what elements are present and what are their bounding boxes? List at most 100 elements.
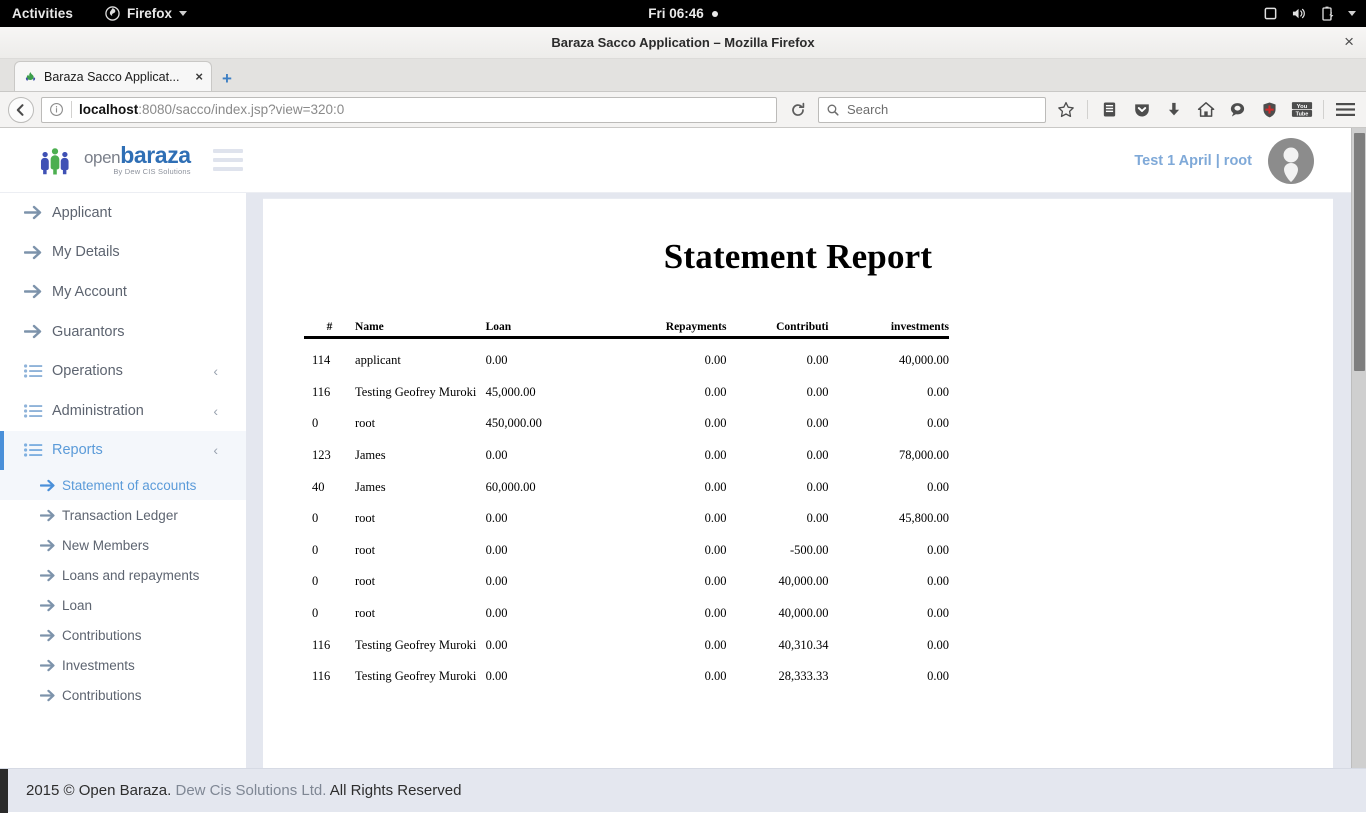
arrow-right-icon: [40, 479, 62, 492]
search-bar[interactable]: Search: [818, 97, 1046, 123]
user-label[interactable]: Test 1 April | root: [1134, 153, 1252, 169]
sidebar-item-label: My Details: [52, 244, 120, 260]
cell-investments: 78,000.00: [829, 434, 949, 466]
sidebar-item-label: Operations: [52, 363, 123, 379]
sidebar-subitem-investments[interactable]: Investments: [0, 650, 246, 680]
window-close-button[interactable]: ×: [1344, 34, 1354, 50]
menu-icon[interactable]: [1333, 97, 1358, 123]
cell-repayments: 0.00: [614, 655, 726, 687]
sidebar-toggle-button[interactable]: [213, 149, 243, 171]
url-host: localhost: [79, 102, 138, 117]
sidebar-subitem-label: New Members: [62, 538, 149, 553]
security-shield-icon[interactable]: [1257, 97, 1282, 123]
site-favicon-icon: [23, 69, 38, 84]
arrow-right-icon: [40, 689, 62, 702]
clock[interactable]: Fri 06:46: [0, 6, 1366, 21]
cell-loan: 0.00: [486, 338, 615, 371]
sidebar-subitem-statement-of-accounts[interactable]: Statement of accounts: [0, 470, 246, 500]
page-info-icon[interactable]: [49, 102, 64, 117]
cell-contributi: 0.00: [726, 497, 828, 529]
sidebar-subitem-contributions-2[interactable]: Contributions: [0, 680, 246, 710]
cell-name: root: [355, 497, 486, 529]
cell-repayments: 0.00: [614, 434, 726, 466]
sidebar-subitem-contributions[interactable]: Contributions: [0, 620, 246, 650]
cell-index: 0: [304, 497, 355, 529]
sidebar-item-operations[interactable]: Operations ‹: [0, 351, 246, 391]
sidebar-item-administration[interactable]: Administration ‹: [0, 391, 246, 431]
home-icon[interactable]: [1193, 97, 1218, 123]
sidebar-item-reports[interactable]: Reports ‹: [0, 431, 246, 471]
brand-logo[interactable]: openbaraza By Dew CIS Solutions: [36, 144, 191, 176]
cell-index: 123: [304, 434, 355, 466]
hamburger-bar-2: [213, 158, 243, 162]
cell-investments: 0.00: [829, 466, 949, 498]
screen-icon: [1263, 6, 1278, 21]
chat-icon[interactable]: [1225, 97, 1250, 123]
youtube-icon[interactable]: You Tube: [1289, 97, 1314, 123]
star-glyph-icon: [1057, 101, 1075, 119]
url-divider: [71, 101, 72, 118]
system-tray[interactable]: [1263, 6, 1356, 22]
sidebar-subitem-loan[interactable]: Loan: [0, 590, 246, 620]
brand-baraza-text: baraza: [120, 142, 190, 168]
footer-text: 2015 © Open Baraza. Dew Cis Solutions Lt…: [26, 782, 461, 799]
sidebar-item-my-account[interactable]: My Account: [0, 272, 246, 312]
scrollbar-thumb[interactable]: [1354, 133, 1365, 371]
cell-index: 116: [304, 624, 355, 656]
cell-repayments: 0.00: [614, 371, 726, 403]
chat-bubble-icon: [1229, 101, 1246, 118]
header-user-area[interactable]: Test 1 April | root: [1134, 128, 1314, 193]
list-icon: [24, 443, 48, 457]
arrow-right-icon: [24, 205, 48, 220]
sidebar-item-my-details[interactable]: My Details: [0, 233, 246, 273]
library-icon[interactable]: [1097, 97, 1122, 123]
arrow-right-icon: [24, 284, 48, 299]
cell-contributi: 40,000.00: [726, 560, 828, 592]
table-row: 0 root 0.00 0.00 0.00 45,800.00: [304, 497, 949, 529]
footer-company-link[interactable]: Dew Cis Solutions Ltd.: [175, 782, 326, 799]
cell-repayments: 0.00: [614, 592, 726, 624]
bookmark-star-icon[interactable]: [1053, 97, 1078, 123]
sidebar-subitem-loans-and-repayments[interactable]: Loans and repayments: [0, 560, 246, 590]
cell-contributi: 28,333.33: [726, 655, 828, 687]
content-gutter: [246, 193, 263, 768]
cell-contributi: 0.00: [726, 434, 828, 466]
avatar[interactable]: [1268, 138, 1314, 184]
sidebar-item-applicant[interactable]: Applicant: [0, 193, 246, 233]
cell-name: root: [355, 529, 486, 561]
downloads-icon[interactable]: [1161, 97, 1186, 123]
svg-text:Tube: Tube: [1295, 112, 1308, 118]
sidebar: Applicant My Details My Account: [0, 193, 246, 768]
cell-repayments: 0.00: [614, 338, 726, 371]
browser-tab[interactable]: Baraza Sacco Applicat... ×: [14, 61, 212, 91]
browser-window: Baraza Sacco Application – Mozilla Firef…: [0, 27, 1366, 768]
tab-close-icon[interactable]: ×: [195, 69, 203, 84]
sidebar-item-label: Guarantors: [52, 324, 125, 340]
sidebar-subitem-transaction-ledger[interactable]: Transaction Ledger: [0, 500, 246, 530]
cell-name: James: [355, 466, 486, 498]
sidebar-subitem-new-members[interactable]: New Members: [0, 530, 246, 560]
system-menu-chevron-down-icon[interactable]: [1348, 11, 1356, 16]
cell-index: 114: [304, 338, 355, 371]
reload-button[interactable]: [784, 97, 811, 123]
back-button[interactable]: [8, 97, 34, 123]
new-tab-button[interactable]: +: [222, 72, 232, 86]
cell-contributi: -500.00: [726, 529, 828, 561]
sidebar-item-guarantors[interactable]: Guarantors: [0, 312, 246, 352]
volume-icon: [1291, 6, 1308, 21]
arrow-right-icon: [40, 659, 62, 672]
toolbar-divider: [1087, 100, 1088, 119]
page-scrollbar[interactable]: [1351, 128, 1366, 768]
search-input[interactable]: Search: [847, 102, 888, 117]
youtube-glyph-icon: You Tube: [1291, 101, 1313, 118]
cell-contributi: 40,310.34: [726, 624, 828, 656]
cell-investments: 0.00: [829, 560, 949, 592]
cell-index: 116: [304, 371, 355, 403]
cell-index: 0: [304, 560, 355, 592]
cell-loan: 45,000.00: [486, 371, 615, 403]
url-bar[interactable]: localhost:8080/sacco/index.jsp?view=320:…: [41, 97, 777, 123]
sidebar-subitem-label: Contributions: [62, 628, 142, 643]
brand-open-text: open: [84, 148, 120, 167]
cell-contributi: 40,000.00: [726, 592, 828, 624]
pocket-icon[interactable]: [1129, 97, 1154, 123]
